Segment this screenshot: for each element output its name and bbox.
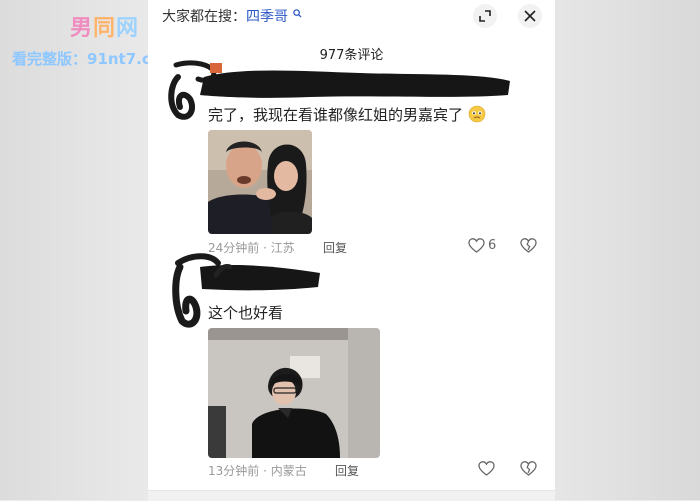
- close-button[interactable]: [518, 4, 542, 28]
- comment-meta: 13分钟前 · 内蒙古: [208, 464, 307, 478]
- dislike-button[interactable]: [520, 238, 537, 257]
- reply-button[interactable]: 回复: [335, 462, 359, 479]
- broken-heart-icon: [520, 461, 537, 476]
- comment-photo[interactable]: [208, 328, 380, 458]
- close-icon: [524, 10, 536, 22]
- heart-icon: [478, 461, 495, 476]
- search-prefix: 大家都在搜：: [162, 9, 246, 25]
- search-suggestion[interactable]: 大家都在搜：四季哥: [162, 6, 302, 26]
- broken-heart-icon: [520, 238, 537, 253]
- comment-text: 完了，我现在看谁都像红姐的男嘉宾了: [208, 104, 486, 125]
- comments-panel: 大家都在搜：四季哥 977条评论 完了，我现在看谁都像红姐的男嘉宾了 24分钟前…: [148, 0, 555, 501]
- like-count: 6: [488, 238, 497, 253]
- search-term[interactable]: 四季哥: [246, 9, 288, 25]
- background-right: [555, 0, 700, 500]
- expand-icon: [479, 10, 491, 22]
- comment-text: 这个也好看: [208, 304, 284, 322]
- pleading-emoji-icon: [468, 105, 486, 123]
- background-left: [0, 0, 148, 500]
- like-button[interactable]: 6: [468, 238, 496, 253]
- search-icon: [293, 6, 302, 22]
- like-button[interactable]: [478, 461, 498, 476]
- watermark-logo: 男同网: [70, 16, 140, 41]
- comment-input-bar[interactable]: [148, 490, 555, 501]
- heart-icon: [468, 238, 485, 253]
- dislike-button[interactable]: [520, 461, 537, 480]
- comment-photo[interactable]: [208, 130, 312, 234]
- expand-button[interactable]: [473, 4, 497, 28]
